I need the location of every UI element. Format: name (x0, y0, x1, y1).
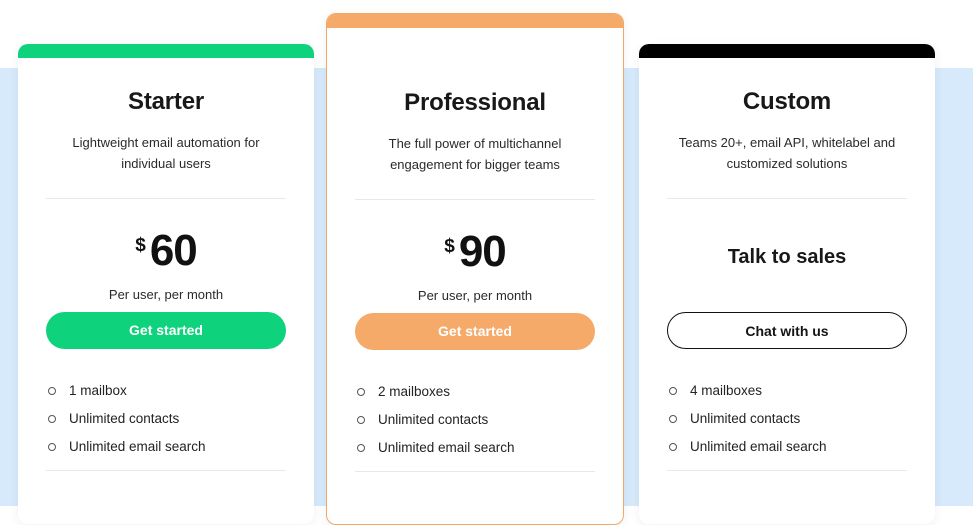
feature-label: Unlimited contacts (378, 412, 489, 427)
talk-to-sales-block: Talk to sales (667, 199, 907, 285)
feature-list-starter: 1 mailbox Unlimited contacts Unlimited e… (46, 349, 286, 454)
feature-label: 4 mailboxes (690, 383, 763, 398)
circle-bullet-icon (48, 386, 56, 395)
get-started-button-starter[interactable]: Get started (46, 312, 286, 349)
plan-name-custom: Custom (742, 88, 832, 115)
price-amount-professional: 90 (458, 227, 507, 276)
list-item: 4 mailboxes (667, 383, 907, 398)
list-item: 2 mailboxes (355, 384, 595, 399)
currency-symbol-professional: $ (444, 236, 455, 257)
plan-description-professional: The full power of multichannel engagemen… (388, 136, 562, 172)
list-item: Unlimited email search (355, 440, 595, 455)
card-body-custom: Custom Teams 20+, email API, whitelabel … (639, 58, 935, 471)
pricing-cards: Starter Lightweight email automation for… (0, 0, 973, 525)
list-item: Unlimited contacts (46, 411, 286, 426)
plan-description-custom: Teams 20+, email API, whitelabel and cus… (678, 135, 896, 171)
card-body-professional: Professional The full power of multichan… (327, 28, 623, 472)
pricing-card-starter[interactable]: Starter Lightweight email automation for… (18, 44, 314, 524)
price-note-professional: Per user, per month (417, 288, 533, 303)
plan-name-starter: Starter (128, 88, 204, 115)
pricing-card-professional[interactable]: Professional The full power of multichan… (326, 13, 624, 525)
feature-label: 2 mailboxes (378, 384, 451, 399)
price-line-professional: $ 90 (355, 230, 595, 274)
circle-bullet-icon (357, 443, 365, 452)
list-item: Unlimited contacts (667, 411, 907, 426)
card-bottom-divider-professional (355, 471, 595, 472)
card-bottom-divider-starter (46, 470, 286, 471)
pricing-page: Starter Lightweight email automation for… (0, 0, 973, 525)
card-accent-bar-professional (327, 14, 623, 28)
card-bottom-divider-custom (667, 470, 907, 471)
feature-label: Unlimited email search (378, 440, 515, 455)
circle-bullet-icon (669, 442, 677, 451)
price-amount-starter: 60 (149, 226, 198, 275)
circle-bullet-icon (357, 415, 365, 424)
get-started-button-professional[interactable]: Get started (355, 313, 595, 350)
feature-label: 1 mailbox (69, 383, 127, 398)
feature-label: Unlimited email search (69, 439, 206, 454)
card-accent-bar-starter (18, 44, 314, 58)
circle-bullet-icon (48, 442, 56, 451)
list-item: Unlimited email search (46, 439, 286, 454)
chat-with-us-button[interactable]: Chat with us (667, 312, 907, 349)
circle-bullet-icon (669, 386, 677, 395)
price-note-starter: Per user, per month (108, 287, 224, 302)
feature-label: Unlimited contacts (690, 411, 801, 426)
list-item: Unlimited contacts (355, 412, 595, 427)
feature-list-custom: 4 mailboxes Unlimited contacts Unlimited… (667, 349, 907, 454)
circle-bullet-icon (357, 387, 365, 396)
feature-list-professional: 2 mailboxes Unlimited contacts Unlimited… (355, 350, 595, 455)
list-item: 1 mailbox (46, 383, 286, 398)
plan-description-starter: Lightweight email automation for individ… (72, 135, 260, 171)
price-line-starter: $ 60 (46, 229, 286, 273)
currency-symbol-starter: $ (135, 235, 146, 256)
plan-name-professional: Professional (404, 89, 546, 116)
circle-bullet-icon (669, 414, 677, 423)
pricing-card-custom[interactable]: Custom Teams 20+, email API, whitelabel … (639, 44, 935, 524)
card-accent-bar-custom (639, 44, 935, 58)
talk-to-sales-label: Talk to sales (727, 245, 847, 268)
feature-label: Unlimited email search (690, 439, 827, 454)
price-block-professional: $ 90 Per user, per month (355, 200, 595, 304)
price-block-starter: $ 60 Per user, per month (46, 199, 286, 303)
circle-bullet-icon (48, 414, 56, 423)
card-body-starter: Starter Lightweight email automation for… (18, 58, 314, 471)
list-item: Unlimited email search (667, 439, 907, 454)
feature-label: Unlimited contacts (69, 411, 180, 426)
